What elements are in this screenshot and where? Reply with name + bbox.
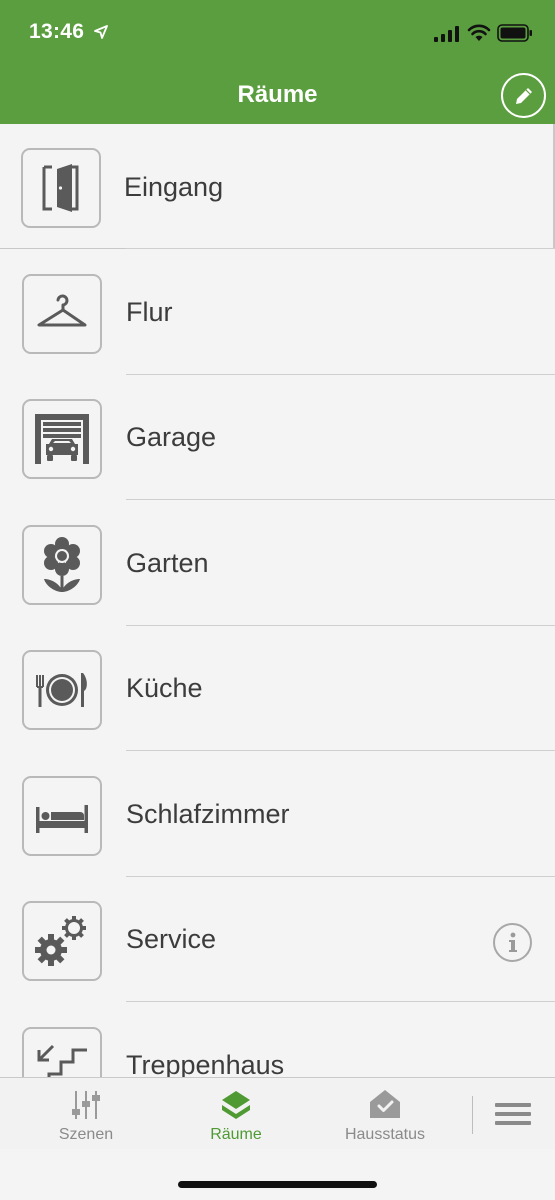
cellular-signal-icon	[434, 26, 459, 42]
bed-icon	[36, 805, 88, 833]
room-icon-box	[22, 776, 102, 856]
room-icon-box	[22, 525, 102, 605]
tab-hausstatus[interactable]: Hausstatus	[330, 1078, 440, 1150]
hanger-icon	[37, 294, 87, 327]
tab-bar: Szenen Räume Hausstatus	[0, 1077, 555, 1149]
page-title: Räume	[237, 81, 318, 108]
room-row-garage[interactable]: Garage	[0, 375, 555, 500]
room-label: Flur	[126, 297, 173, 327]
room-label: Eingang	[124, 172, 224, 202]
home-indicator[interactable]	[178, 1181, 377, 1188]
room-row-garten[interactable]: Garten	[0, 501, 555, 626]
sliders-icon	[72, 1091, 100, 1119]
status-time: 13:46	[29, 20, 85, 43]
tab-raeume[interactable]: Räume	[186, 1078, 286, 1150]
flower-icon	[44, 537, 80, 592]
info-button[interactable]	[493, 923, 532, 962]
room-row-flur[interactable]: Flur	[0, 250, 555, 375]
pencil-icon	[515, 87, 532, 104]
room-row-eingang[interactable]: Eingang	[0, 124, 555, 249]
room-row-treppenhaus[interactable]: Treppenhaus	[0, 1003, 555, 1077]
wifi-icon	[467, 24, 491, 41]
stairs-icon	[37, 1044, 87, 1077]
home-indicator-area	[0, 1149, 555, 1200]
room-label: Service	[126, 924, 217, 954]
edit-button[interactable]	[501, 73, 546, 118]
room-label: Treppenhaus	[126, 1050, 285, 1077]
info-icon	[508, 932, 517, 952]
gears-icon	[35, 916, 86, 966]
room-icon-box	[22, 650, 102, 730]
house-check-icon	[370, 1090, 400, 1118]
room-icon-box	[21, 148, 101, 228]
tab-label: Räume	[210, 1126, 262, 1143]
tab-label: Hausstatus	[344, 1126, 426, 1143]
room-row-service[interactable]: Service	[0, 877, 555, 1002]
room-label: Schlafzimmer	[126, 799, 290, 829]
row-divider	[126, 1001, 555, 1002]
battery-icon	[497, 24, 532, 42]
room-label: Garten	[126, 548, 209, 578]
room-icon-box	[22, 1027, 102, 1077]
garage-icon	[35, 414, 89, 464]
room-row-schlafzimmer[interactable]: Schlafzimmer	[0, 752, 555, 877]
header-bar: 13:46 Räume	[0, 0, 555, 124]
room-list: Eingang Flur Garage Garten Küche Schlafz…	[0, 124, 555, 1077]
room-label: Garage	[126, 422, 217, 452]
row-divider	[126, 499, 555, 500]
room-icon-box	[22, 274, 102, 354]
app-screen: 13:46 Räume Eingang Flur Garage Garten K…	[0, 0, 555, 1200]
room-icon-box	[22, 399, 102, 479]
row-divider	[126, 750, 555, 751]
room-label: Küche	[126, 673, 203, 703]
location-arrow-icon	[94, 25, 108, 39]
tab-szenen[interactable]: Szenen	[36, 1078, 136, 1150]
door-icon	[42, 164, 79, 212]
row-divider	[126, 248, 555, 249]
menu-button[interactable]	[493, 1098, 533, 1130]
plate-cutlery-icon	[36, 673, 87, 707]
room-icon-box	[22, 901, 102, 981]
house-layers-icon	[222, 1091, 250, 1119]
room-row-kueche[interactable]: Küche	[0, 626, 555, 751]
hamburger-menu-icon	[495, 1103, 531, 1125]
tab-separator	[472, 1096, 473, 1134]
tab-label: Szenen	[58, 1126, 114, 1143]
